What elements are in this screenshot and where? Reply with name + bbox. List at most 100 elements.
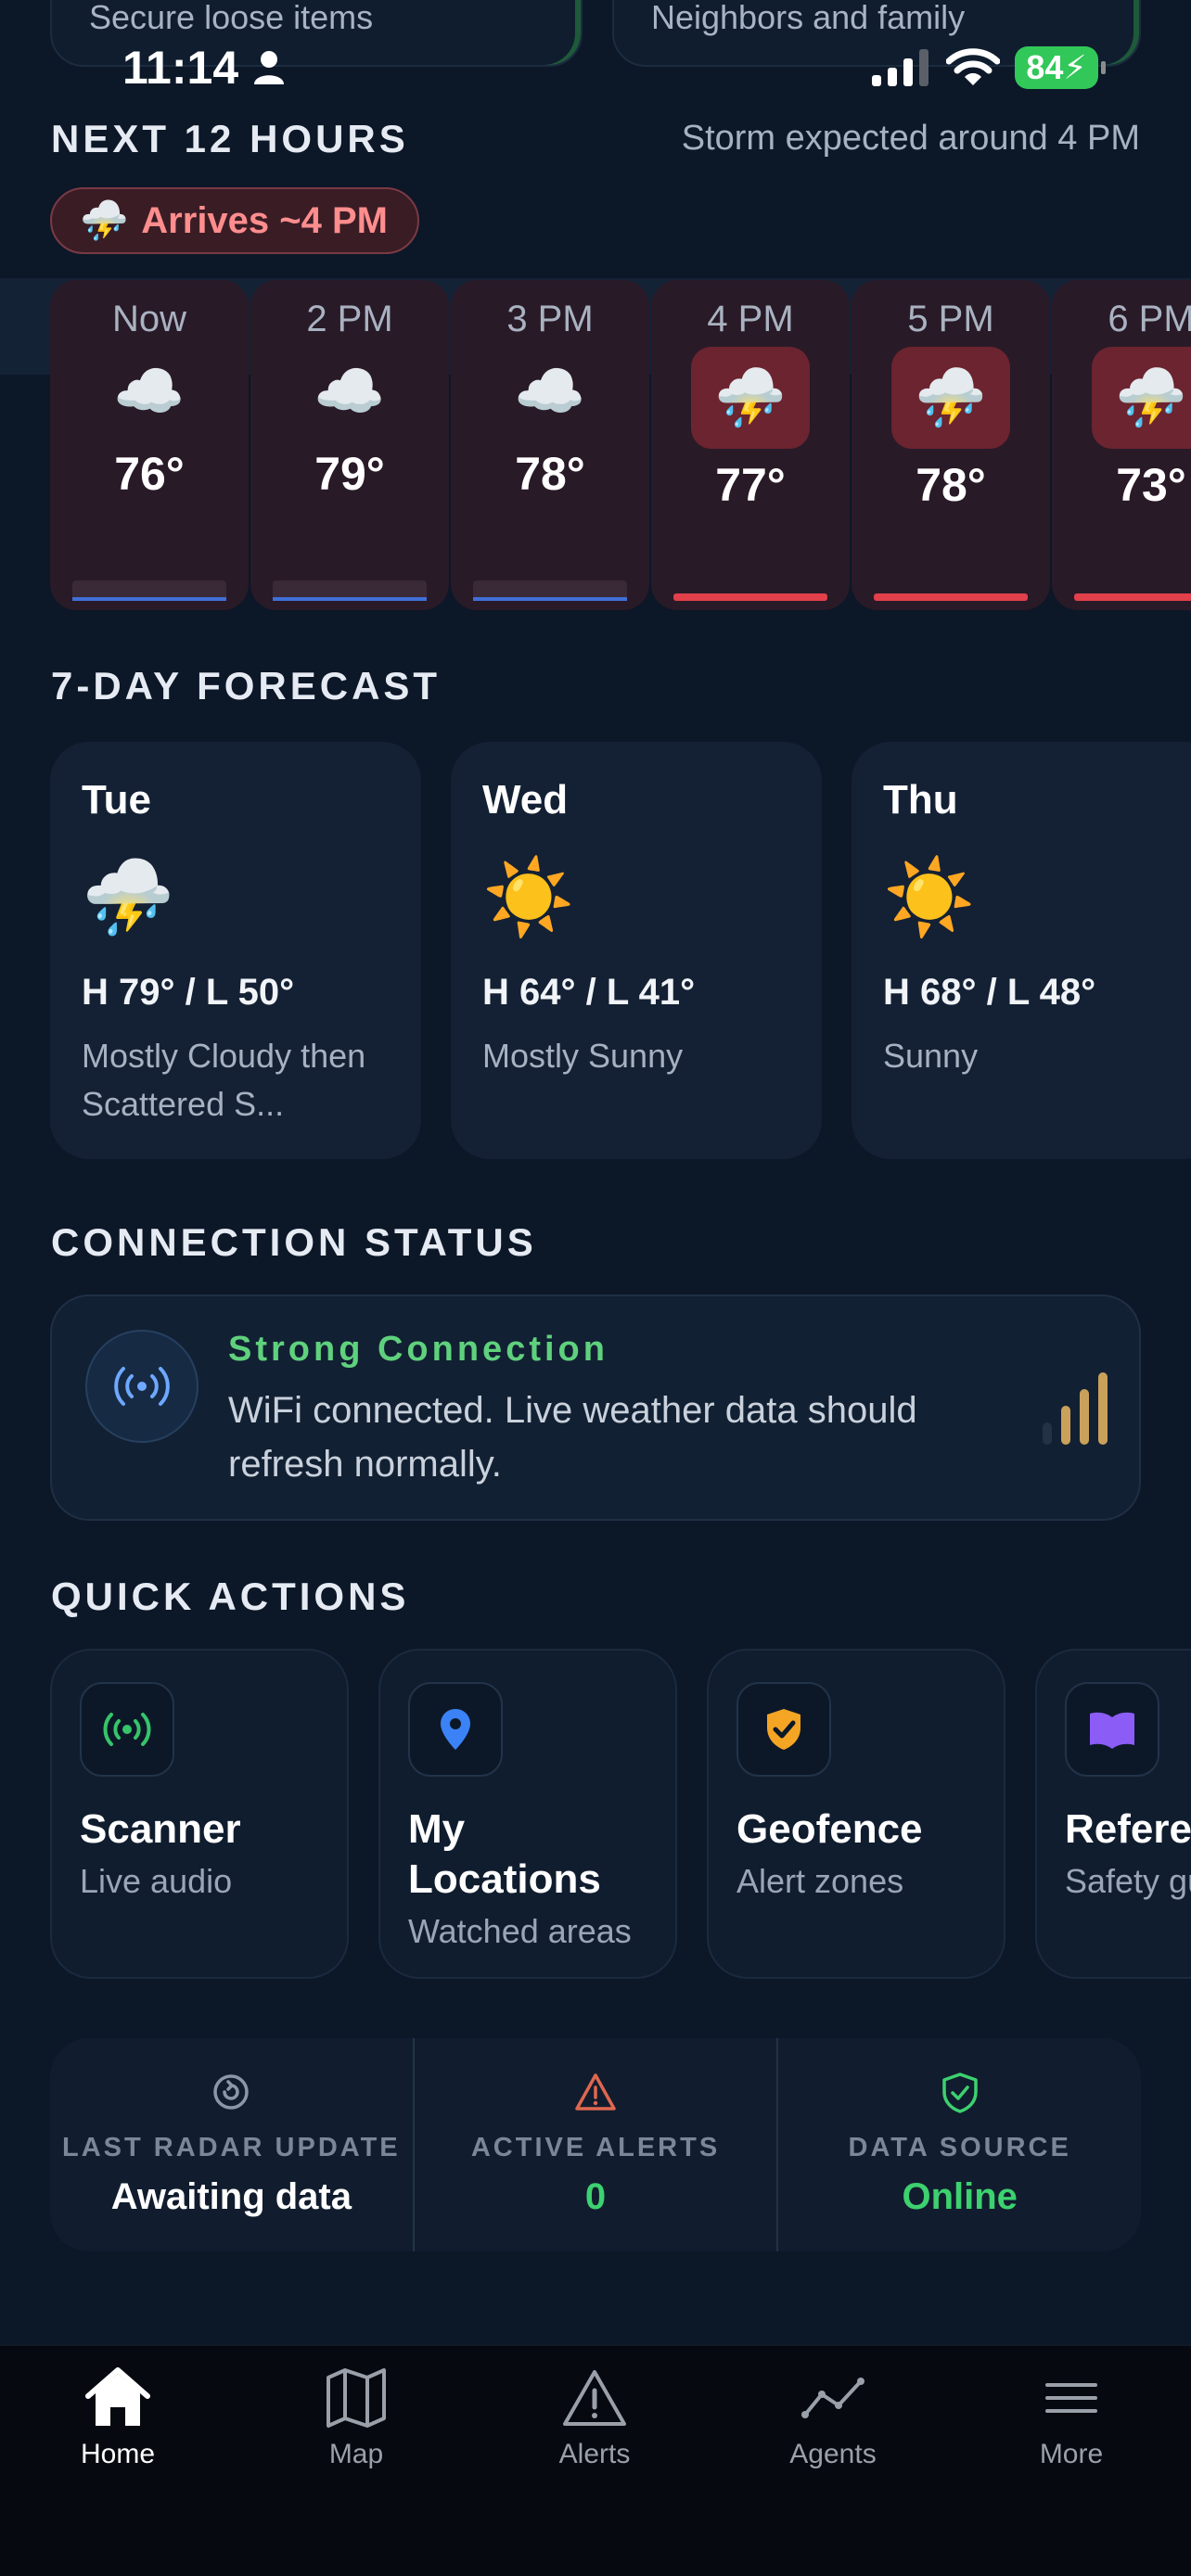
cloud-icon: ☁️ [314,359,386,424]
quick-action-scanner[interactable]: Scanner Live audio [50,1649,349,1979]
hour-card[interactable]: Now ☁️ 76° [50,280,249,610]
thunderstorm-icon: ⛈️ [891,347,1010,449]
map-pin-icon [408,1682,503,1777]
stat-value: Awaiting data [110,2176,352,2217]
tab-agents[interactable]: Agents [740,2366,926,2470]
quick-action-my-locations[interactable]: My Locations Watched areas [378,1649,677,1979]
shield-check-icon [736,1682,831,1777]
sun-icon: ☀️ [482,856,575,938]
quick-action-title: Reference [1065,1806,1191,1852]
daily-forecast-strip[interactable]: Tue ⛈️ H 79° / L 50° Mostly Cloudy then Sca… [50,742,1191,1159]
day-description: Mostly Sunny [482,1037,684,1075]
person-icon [254,51,284,84]
quick-action-title: My Locations [408,1806,601,1902]
connection-status-title: CONNECTION STATUS [51,1220,537,1264]
secure-items-label: Secure loose items [89,0,374,36]
quick-actions-title: QUICK ACTIONS [51,1575,410,1618]
tab-map[interactable]: Map [263,2366,449,2470]
signal-bar [1061,1406,1070,1445]
tab-home[interactable]: Home [25,2366,211,2470]
home-screen: { "top_cards": { "left_label": "Secure l… [0,0,1191,2576]
connection-strength-label: Strong Connection [228,1330,608,1369]
quick-action-title: Scanner [80,1806,241,1852]
tab-more-label: More [1039,2439,1104,2469]
day-name: Tue [82,777,151,823]
hour-temperature: 73° [1116,459,1186,511]
hour-label: 6 PM [1108,299,1191,339]
radio-waves-icon [80,1682,174,1777]
tab-alerts[interactable]: Alerts [502,2366,687,2470]
status-summary-card: LAST RADAR UPDATE Awaiting data ACTIVE ALE… [50,2038,1141,2251]
signal-bar [1043,1422,1052,1445]
hour-card[interactable]: 6 PM ⛈️ 73° [1052,280,1191,610]
seven-day-forecast-title: 7-DAY FORECAST [51,664,442,708]
precip-bar [473,580,627,601]
precip-bar [273,580,427,601]
hour-card[interactable]: 5 PM ⛈️ 78° [852,280,1050,610]
storm-arrival-pill: ⛈️ Arrives ~4 PM [50,187,419,254]
tab-more[interactable]: More [979,2366,1164,2470]
precip-bar [1074,580,1191,601]
hour-temperature: 78° [916,459,986,511]
precip-bar [673,580,827,601]
quick-actions-strip[interactable]: Scanner Live audio My Locations Watched are… [50,1649,1191,1979]
neighbors-label: Neighbors and family [651,0,966,36]
day-high-low: H 79° / L 50° [82,972,295,1013]
quick-action-reference[interactable]: Reference Safety guides [1035,1649,1191,1979]
warning-icon [415,2072,777,2114]
day-high-low: H 64° / L 41° [482,972,696,1013]
day-card[interactable]: Wed ☀️ H 64° / L 41° Mostly Sunny [451,742,822,1159]
quick-action-subtitle: Safety guides [1065,1862,1191,1900]
day-description: Mostly Cloudy then Scattered S... [82,1037,366,1123]
precip-bar [72,580,226,601]
cloud-icon: ☁️ [113,359,186,424]
quick-action-subtitle: Watched areas [408,1912,632,1950]
quick-action-subtitle: Alert zones [736,1862,904,1900]
hour-label: Now [111,299,187,339]
quick-action-subtitle: Live audio [80,1862,233,1900]
hour-label: 4 PM [707,299,794,339]
bottom-tab-bar: Home Map Alerts Agents More [0,2344,1191,2576]
connection-status-card[interactable]: Strong Connection WiFi connected. Live w… [50,1294,1141,1521]
signal-bar [1080,1389,1089,1445]
stat-label: LAST RADAR UPDATE [62,2133,401,2162]
alert-triangle-icon [563,2370,626,2426]
day-description: Sunny [883,1037,979,1075]
hour-temperature: 76° [114,448,185,500]
stat-value: Online [902,2176,1018,2217]
hour-temperature: 78° [515,448,585,500]
quick-action-title: Geofence [736,1806,923,1852]
hour-card[interactable]: 4 PM ⛈️ 77° [651,280,850,610]
arrival-label: Arrives ~4 PM [141,199,388,241]
day-card[interactable]: Tue ⛈️ H 79° / L 50° Mostly Cloudy then Sca… [50,742,421,1159]
stat-label: DATA SOURCE [848,2133,1071,2162]
battery-level: 84 [1026,48,1064,86]
stat-data-source: DATA SOURCE Online [776,2038,1141,2251]
hour-card[interactable]: 2 PM ☁️ 79° [250,280,449,610]
precip-bar [874,580,1028,601]
shield-icon [778,2072,1141,2114]
quick-action-geofence[interactable]: Geofence Alert zones [707,1649,1005,1979]
next-12-hours-title: NEXT 12 HOURS [51,117,409,160]
hour-card[interactable]: 3 PM ☁️ 78° [451,280,649,610]
stat-active-alerts: ACTIVE ALERTS 0 [412,2038,777,2251]
stat-value: 0 [584,2176,607,2217]
day-card[interactable]: Thu ☀️ H 68° / L 48° Sunny [852,742,1191,1159]
home-icon [85,2367,150,2426]
tab-agents-label: Agents [789,2439,877,2469]
storm-expected-subtitle: Storm expected around 4 PM [681,119,1140,158]
activity-graph-icon [801,2378,864,2418]
day-high-low: H 68° / L 48° [883,972,1096,1013]
day-name: Wed [482,777,569,823]
cellular-signal-icon [872,49,928,86]
tab-map-label: Map [328,2439,384,2469]
thunderstorm-icon: ⛈️ [82,856,174,938]
signal-bar [1098,1372,1108,1445]
hourly-forecast-strip[interactable]: Now ☁️ 76° 2 PM ☁️ 79° 3 PM ☁️ 78° 4 PM ⛈️ 77° 5 PM ⛈… [50,280,1191,610]
status-bar: 11:14 84 ⚡ [0,41,1191,96]
tab-alerts-label: Alerts [558,2439,631,2469]
thunderstorm-icon: ⛈️ [691,347,810,449]
thunderstorm-icon: ⛈️ [1092,347,1191,449]
wifi-broadcast-icon [85,1330,198,1443]
hour-label: 3 PM [506,299,594,339]
